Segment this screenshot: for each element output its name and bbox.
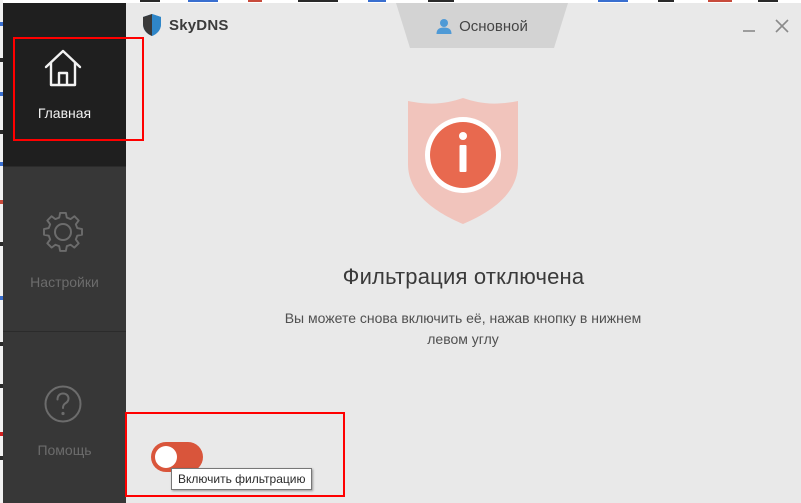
help-icon — [44, 385, 82, 423]
toggle-knob — [155, 446, 177, 468]
sidebar-item-label: Помощь — [37, 442, 92, 458]
sidebar-item-settings[interactable]: Настройки — [3, 168, 126, 332]
logo: SkyDNS — [142, 13, 229, 37]
minimize-icon[interactable] — [740, 17, 758, 35]
close-icon[interactable] — [773, 17, 791, 35]
profile-tab-content: Основной — [396, 15, 568, 37]
gear-icon — [43, 212, 83, 252]
status-description: Вы можете снова включить её, нажав кнопк… — [284, 310, 642, 347]
sidebar-item-help[interactable]: Помощь — [3, 334, 126, 503]
sidebar: Главная Настройки Помощь — [3, 3, 126, 503]
profile-name: Основной — [459, 17, 528, 35]
skydns-shield-icon — [143, 14, 161, 36]
toggle-tooltip: Включить фильтрацию — [171, 468, 313, 490]
sidebar-item-home[interactable]: Главная — [3, 3, 126, 167]
logo-text: SkyDNS — [169, 16, 229, 34]
main-content: Фильтрация отключена Вы можете снова вкл… — [126, 49, 801, 503]
info-shield-icon — [408, 98, 518, 224]
app-window: Главная Настройки Помощь SkyDNS Основной… — [3, 3, 801, 503]
header: SkyDNS Основной — [126, 3, 801, 49]
sidebar-item-label: Главная — [37, 105, 92, 121]
status-title: Фильтрация отключена — [342, 264, 585, 289]
sidebar-item-label: Настройки — [30, 274, 99, 290]
home-icon — [44, 49, 82, 87]
profile-tab[interactable]: Основной — [396, 3, 568, 48]
user-icon — [436, 19, 452, 34]
